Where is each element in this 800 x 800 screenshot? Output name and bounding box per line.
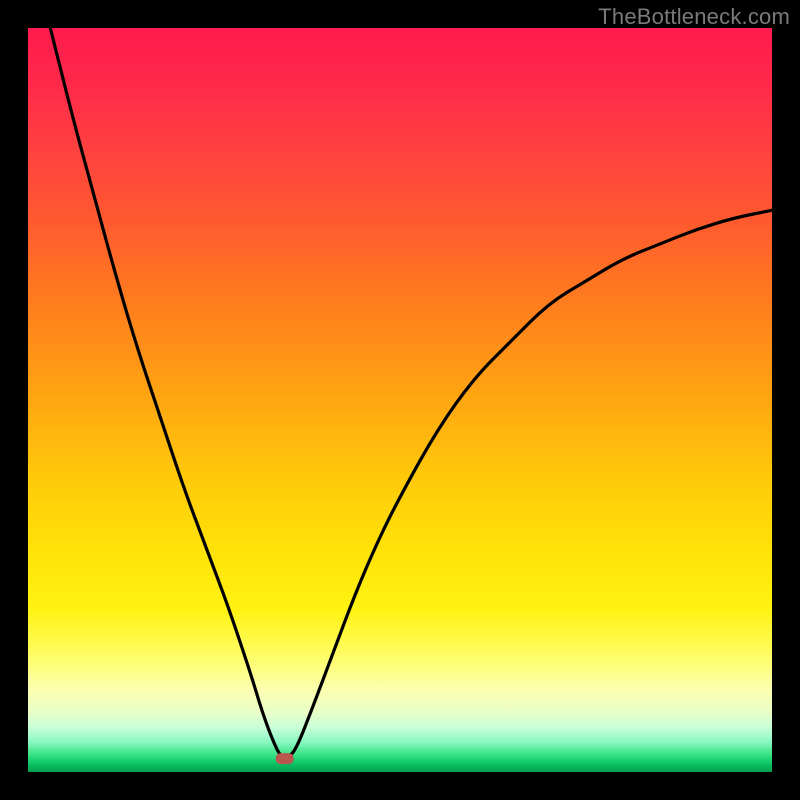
bottleneck-curve <box>50 28 772 757</box>
minimum-marker <box>276 753 294 764</box>
chart-container: TheBottleneck.com <box>0 0 800 800</box>
curve-layer <box>28 28 772 772</box>
watermark-text: TheBottleneck.com <box>598 4 790 30</box>
plot-area <box>28 28 772 772</box>
